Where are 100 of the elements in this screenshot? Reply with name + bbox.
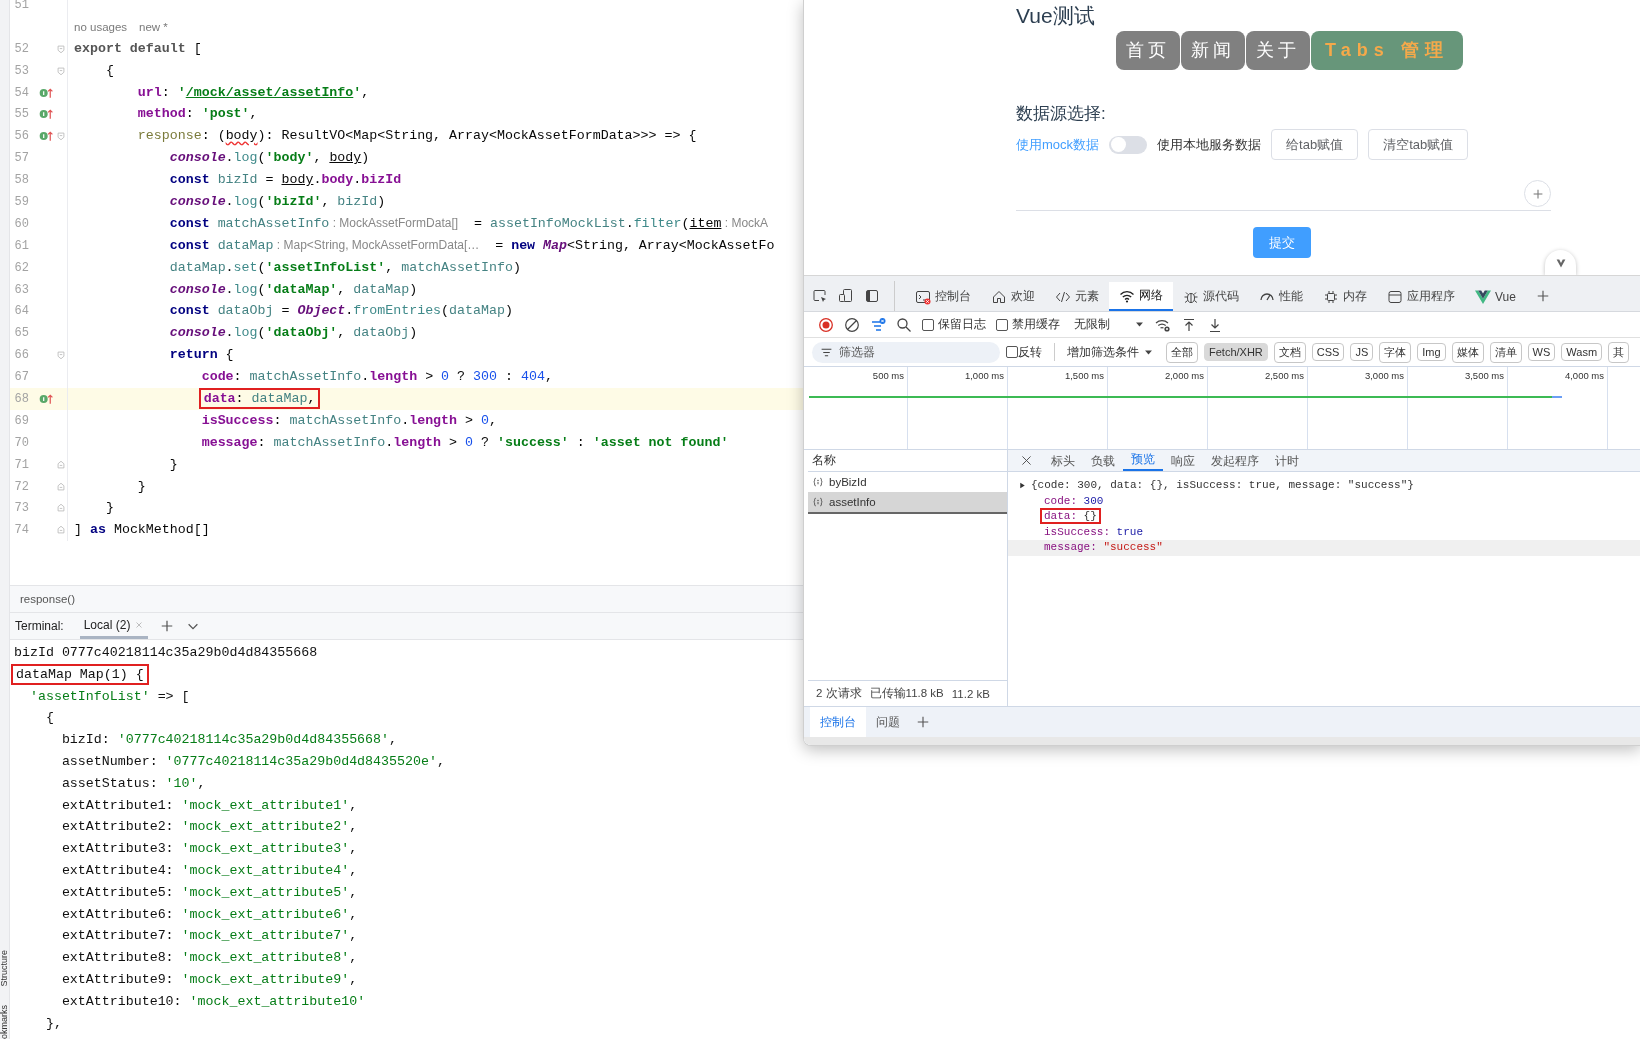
nav-tab[interactable]: 首页	[1116, 31, 1180, 70]
filter-chip[interactable]: 其	[1608, 341, 1630, 363]
detail-tab[interactable]: 计时	[1267, 452, 1307, 471]
checkbox[interactable]	[922, 318, 934, 331]
tick-label: 2,000 ms	[1164, 370, 1204, 381]
drawer-tab[interactable]: 控制台	[810, 707, 866, 737]
home-icon	[991, 288, 1007, 305]
code-line: console.log('dataObj', dataObj)	[168, 324, 418, 343]
nav-tab[interactable]: 关于	[1246, 31, 1310, 70]
request-row[interactable]: byBizId	[808, 472, 1007, 492]
toggle-switch[interactable]	[1109, 135, 1148, 154]
line-number: 57	[13, 151, 29, 166]
v-logo-icon	[1475, 288, 1491, 305]
filter-chip[interactable]: 清单	[1489, 341, 1522, 363]
device-icon[interactable]	[838, 288, 854, 304]
detail-tab[interactable]: 标头	[1043, 452, 1083, 471]
line-number: 51	[13, 0, 29, 12]
terminal-line: extAttribute4: 'mock_ext_attribute4',	[60, 861, 358, 880]
line-number: 60	[13, 216, 29, 231]
close-icon[interactable]	[1020, 454, 1033, 467]
filter-chip[interactable]: Wasm	[1561, 343, 1603, 361]
record-icon[interactable]	[818, 316, 834, 333]
gutter-marker-icon[interactable]	[39, 86, 54, 99]
terminal-line: assetStatus: '10',	[60, 774, 206, 793]
json-icon	[812, 496, 824, 508]
terminal-line: extAttribute9: 'mock_ext_attribute9',	[60, 970, 358, 989]
chip-icon	[1323, 288, 1339, 305]
detail-tab[interactable]: 负载	[1083, 452, 1123, 471]
throttle-dropdown[interactable]: 无限制	[1074, 316, 1110, 333]
line-number: 66	[13, 348, 29, 363]
column-header: 名称	[808, 450, 1007, 472]
terminal-line: bizId 0777c40218114c35a29b0d4d84355668	[14, 644, 318, 662]
gutter-marker-icon[interactable]	[39, 392, 54, 405]
filter-dropdown[interactable]: 增加筛选条件	[1067, 343, 1139, 361]
devtools-tab[interactable]: 性能	[1249, 282, 1313, 311]
clear-icon[interactable]	[844, 316, 860, 333]
expand-triangle-icon[interactable]	[1018, 481, 1027, 491]
console-icon	[915, 288, 931, 305]
gutter-marker-icon[interactable]	[39, 108, 54, 121]
action-button[interactable]: 清空tab赋值	[1368, 129, 1469, 160]
terminal-line: extAttribute8: 'mock_ext_attribute8',	[60, 949, 358, 968]
line-number: 59	[13, 194, 29, 209]
detail-tab[interactable]: 预览	[1123, 450, 1163, 471]
code-line: ] as MockMethod[]	[74, 521, 210, 540]
inspect-icon[interactable]	[812, 288, 828, 304]
terminal-line: {	[44, 709, 54, 728]
action-button[interactable]: 给tab赋值	[1271, 129, 1359, 160]
add-icon[interactable]	[916, 715, 930, 729]
search-icon[interactable]	[896, 316, 912, 333]
caret-icon[interactable]	[1134, 319, 1145, 330]
upload-icon[interactable]	[1181, 316, 1197, 333]
filter-chip[interactable]: JS	[1350, 343, 1374, 361]
download-icon[interactable]	[1207, 316, 1223, 333]
terminal-tab[interactable]: Local (2)	[79, 613, 149, 639]
usage-hint[interactable]: no usages	[74, 20, 128, 33]
terminal-line: extAttribute5: 'mock_ext_attribute5',	[60, 883, 358, 902]
line-number: 54	[13, 85, 29, 100]
panel-label: Terminal:	[15, 619, 64, 633]
filter-chip[interactable]: Img	[1417, 343, 1446, 361]
filter-icon[interactable]	[870, 316, 886, 333]
chevron-button[interactable]	[1545, 250, 1576, 275]
devtools-tab[interactable]: 元素	[1045, 282, 1109, 311]
code-line: const bizId = body.body.bizId	[168, 171, 402, 190]
checkbox[interactable]	[996, 318, 1008, 331]
devtools-tab[interactable]: Vue	[1465, 282, 1526, 311]
devtools-tab[interactable]: 内存	[1313, 282, 1377, 311]
tick-label: 3,500 ms	[1464, 370, 1504, 381]
checkbox[interactable]	[1006, 346, 1018, 358]
filter-chip[interactable]: Fetch/XHR	[1204, 343, 1268, 361]
terminal-line: extAttribute1: 'mock_ext_attribute1',	[60, 796, 358, 815]
detail-tab[interactable]: 发起程序	[1203, 452, 1267, 471]
detail-tab[interactable]: 响应	[1163, 452, 1203, 471]
filter-chip[interactable]: 媒体	[1451, 341, 1484, 363]
filter-chip[interactable]: 文档	[1273, 341, 1306, 363]
devtools-tab[interactable]: 源代码	[1173, 282, 1249, 311]
panel-icon[interactable]	[864, 288, 880, 304]
usage-hint[interactable]: new *	[139, 20, 168, 33]
line-number: 69	[13, 413, 29, 428]
breadcrumb[interactable]: response()	[20, 593, 75, 605]
add-icon[interactable]	[160, 619, 175, 633]
filter-chip[interactable]: 字体	[1379, 341, 1412, 363]
devtools-tab[interactable]: 欢迎	[981, 282, 1045, 311]
line-number: 64	[13, 304, 29, 319]
line-number: 56	[13, 129, 29, 144]
line-number: 73	[13, 501, 29, 516]
filter-field[interactable]: 筛选器	[812, 341, 1000, 363]
status-text: 11.2 kB	[951, 687, 990, 700]
devtools-tab[interactable]: 网络	[1109, 282, 1173, 311]
filter-chip[interactable]: CSS	[1311, 343, 1345, 361]
filter-chip[interactable]: WS	[1527, 343, 1556, 361]
devtools-tab[interactable]: 控制台	[905, 282, 981, 311]
property-line: message: "success"	[1043, 541, 1164, 553]
json-icon	[812, 476, 824, 488]
gutter-marker-icon[interactable]	[39, 130, 54, 143]
drawer-tab[interactable]: 问题	[866, 707, 910, 737]
nav-tab[interactable]: 新闻	[1181, 31, 1245, 70]
request-row[interactable]: assetInfo	[808, 492, 1007, 514]
devtools-tab[interactable]: 应用程序	[1377, 282, 1465, 311]
add-icon[interactable]	[1535, 289, 1550, 303]
filter-chip[interactable]: 全部	[1166, 341, 1198, 363]
